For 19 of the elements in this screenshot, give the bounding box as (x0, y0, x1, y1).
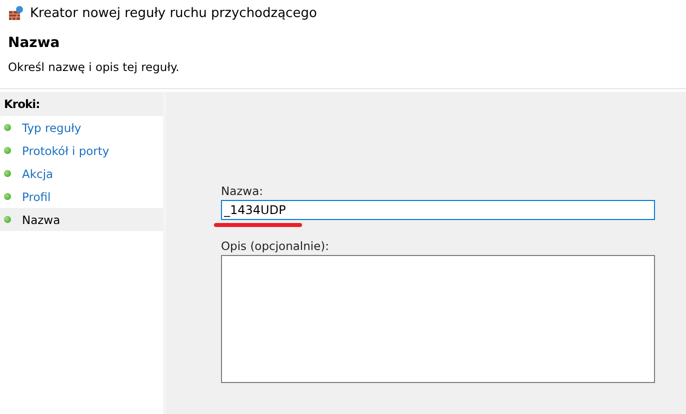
name-input-field[interactable]: _1434UDP (221, 200, 655, 220)
window-title: Kreator nowej reguły ruchu przychodzącego (30, 6, 317, 20)
status-dot-icon (4, 193, 11, 200)
status-dot-icon (4, 216, 11, 223)
description-input-field[interactable] (221, 255, 655, 383)
status-dot-icon (4, 124, 11, 131)
step-item[interactable]: Protokół i porty (0, 139, 163, 162)
description-label: Opis (opcjonalnie): (221, 239, 330, 253)
page-description: Określ nazwę i opis tej reguły. (8, 60, 180, 74)
page-heading: Nazwa (8, 35, 61, 51)
step-item[interactable]: Nazwa (0, 208, 163, 231)
brick-wall-globe-icon (8, 5, 24, 21)
step-item[interactable]: Typ reguły (0, 116, 163, 139)
step-item[interactable]: Akcja (0, 162, 163, 185)
status-dot-icon (4, 147, 11, 154)
status-dot-icon (4, 170, 11, 177)
steps-heading: Kroki: (0, 92, 163, 116)
step-item[interactable]: Profil (0, 185, 163, 208)
name-label: Nazwa: (221, 184, 264, 198)
